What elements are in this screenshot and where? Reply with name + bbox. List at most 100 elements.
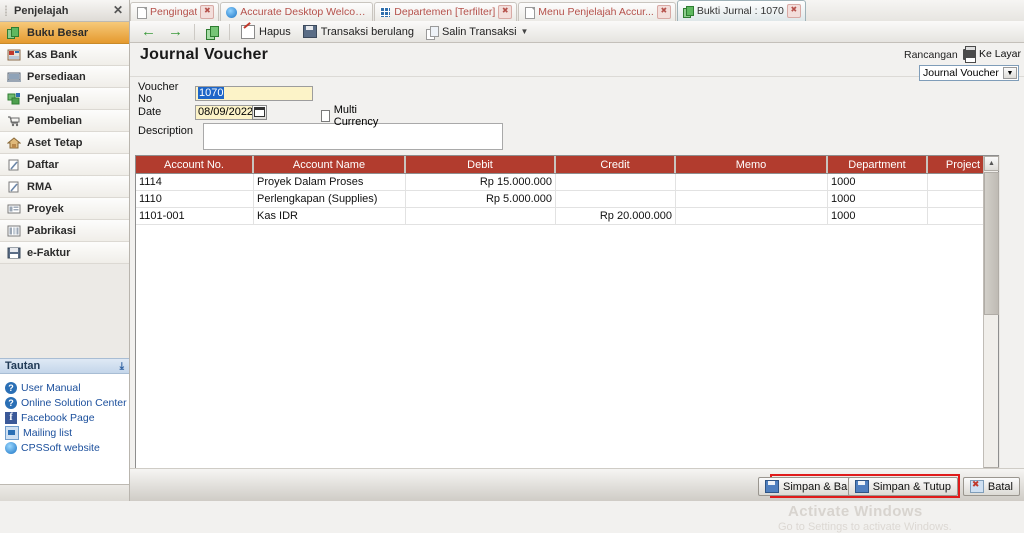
link-cpssoft-website[interactable]: CPSSoft website <box>5 440 129 455</box>
chevron-down-icon[interactable]: ⤓ <box>120 361 124 372</box>
tab-label: Departemen [Terfilter] <box>394 6 496 18</box>
chevron-down-icon[interactable]: ▼ <box>521 27 529 36</box>
tab-close-icon[interactable]: ✖ <box>200 5 215 19</box>
tab-departemen-terfilter[interactable]: Departemen [Terfilter] ✖ <box>374 2 518 21</box>
link-mailing-list[interactable]: Mailing list <box>5 425 129 440</box>
column-header-account-name[interactable]: Account Name <box>254 156 406 173</box>
list-icon <box>7 158 21 172</box>
save-close-button[interactable]: Simpan & Tutup <box>847 477 958 496</box>
toolbar-item-label: Hapus <box>259 25 291 38</box>
tab-close-icon[interactable]: ✖ <box>498 5 513 19</box>
cell-credit[interactable]: Rp 20.000.000 <box>556 208 676 224</box>
efaktur-icon <box>7 246 21 260</box>
drag-grip-icon[interactable] <box>5 5 7 16</box>
tab-close-icon[interactable]: ✖ <box>656 5 671 19</box>
cell-debit[interactable]: Rp 5.000.000 <box>406 191 556 207</box>
cell-account-no[interactable]: 1110 <box>136 191 254 207</box>
link-online-solution-center[interactable]: ? Online Solution Center <box>5 395 129 410</box>
sidebar-item-aset-tetap[interactable]: Aset Tetap <box>0 132 129 154</box>
cancel-button[interactable]: Batal <box>962 477 1020 496</box>
copy-transaction-icon <box>425 25 439 40</box>
link-label: Facebook Page <box>21 411 95 424</box>
sidebar-item-daftar[interactable]: Daftar <box>0 154 129 176</box>
sidebar-item-rma[interactable]: RMA <box>0 176 129 198</box>
transaksi-berulang-button[interactable]: Transaksi berulang <box>298 22 419 42</box>
sidebar-title-bar: Penjelajah ✕ <box>0 0 129 22</box>
tab-bukti-jurnal[interactable]: Bukti Jurnal : 1070 ✖ <box>676 0 806 21</box>
template-select[interactable]: Journal Voucher ▼ <box>919 65 1019 81</box>
grid-icon <box>380 6 391 18</box>
chevron-down-icon[interactable]: ▼ <box>1003 67 1017 79</box>
cell-memo[interactable] <box>676 174 828 190</box>
voucher-no-value: 1070 <box>198 87 225 99</box>
column-header-credit[interactable]: Credit <box>556 156 676 173</box>
cell-account-name[interactable]: Proyek Dalam Proses <box>254 174 406 190</box>
sidebar-item-proyek[interactable]: Proyek <box>0 198 129 220</box>
cell-memo[interactable] <box>676 208 828 224</box>
cell-account-no[interactable]: 1101-001 <box>136 208 254 224</box>
column-header-debit[interactable]: Debit <box>406 156 556 173</box>
table-row[interactable]: 1114 Proyek Dalam Proses Rp 15.000.000 1… <box>136 174 998 191</box>
mail-icon <box>5 425 19 440</box>
cell-debit[interactable]: Rp 15.000.000 <box>406 174 556 190</box>
tab-label: Bukti Jurnal : 1070 <box>696 5 784 17</box>
toolbar-item-label: Salin Transaksi <box>441 25 517 38</box>
cell-memo[interactable] <box>676 191 828 207</box>
multi-currency-checkbox[interactable]: Multi Currency <box>321 104 382 128</box>
save-close-label: Simpan & Tutup <box>872 480 951 493</box>
sidebar-item-penjualan[interactable]: Penjualan <box>0 88 129 110</box>
date-input[interactable]: 08/09/2022 <box>195 104 267 120</box>
cell-account-name[interactable]: Perlengkapan (Supplies) <box>254 191 406 207</box>
cell-department[interactable]: 1000 <box>828 174 928 190</box>
tab-accurate-desktop-welcome[interactable]: Accurate Desktop Welcome... <box>220 2 374 21</box>
tab-label: Menu Penjelajah Accur... <box>538 6 654 18</box>
date-row: Date 08/09/2022 <box>138 104 313 120</box>
ke-layar-button[interactable]: Ke Layar <box>962 45 1021 63</box>
title-divider <box>130 76 1024 77</box>
sidebar-item-persediaan[interactable]: Persediaan <box>0 66 129 88</box>
column-header-department[interactable]: Department <box>828 156 928 173</box>
purchase-cart-icon <box>7 114 21 128</box>
sidebar-item-pembelian[interactable]: Pembelian <box>0 110 129 132</box>
calendar-button[interactable] <box>252 104 267 120</box>
cell-department[interactable]: 1000 <box>828 208 928 224</box>
scrollbar-thumb[interactable] <box>984 172 999 315</box>
sidebar-item-kas-bank[interactable]: Kas Bank <box>0 44 129 66</box>
table-row[interactable]: 1101-001 Kas IDR Rp 20.000.000 1000 <box>136 208 998 225</box>
cell-credit[interactable] <box>556 191 676 207</box>
back-button[interactable]: ← <box>136 22 161 42</box>
sidebar-item-label: Kas Bank <box>27 48 78 61</box>
cell-department[interactable]: 1000 <box>828 191 928 207</box>
link-facebook-page[interactable]: f Facebook Page <box>5 410 129 425</box>
sidebar-links-list: ? User Manual ? Online Solution Center f… <box>0 374 129 485</box>
sidebar-item-label: Persediaan <box>27 70 86 83</box>
multi-currency-label: Multi Currency <box>333 104 379 128</box>
voucher-no-input[interactable]: 1070 <box>195 85 313 101</box>
copy-button[interactable] <box>201 22 223 42</box>
cell-debit[interactable] <box>406 208 556 224</box>
forward-button[interactable]: → <box>163 22 188 42</box>
sidebar-item-buku-besar[interactable]: Buku Besar <box>0 22 129 44</box>
cell-account-name[interactable]: Kas IDR <box>254 208 406 224</box>
checkbox-icon[interactable] <box>321 110 330 122</box>
sidebar-item-pabrikasi[interactable]: Pabrikasi <box>0 220 129 242</box>
cell-credit[interactable] <box>556 174 676 190</box>
sidebar-item-e-faktur[interactable]: e-Faktur <box>0 242 129 264</box>
tab-pengingat[interactable]: Pengingat ✖ <box>130 2 220 21</box>
grid-vertical-scrollbar[interactable]: ▲ ▼ <box>983 156 999 482</box>
page-title: Journal Voucher <box>140 46 269 63</box>
cell-account-no[interactable]: 1114 <box>136 174 254 190</box>
column-header-account-no[interactable]: Account No. <box>136 156 254 173</box>
main-panel: Journal Voucher Rancangan Ke Layar Journ… <box>130 43 1024 533</box>
link-user-manual[interactable]: ? User Manual <box>5 380 129 395</box>
column-header-memo[interactable]: Memo <box>676 156 828 173</box>
salin-transaksi-button[interactable]: Salin Transaksi ▼ <box>421 22 534 42</box>
scroll-up-button[interactable]: ▲ <box>984 156 999 171</box>
sidebar-links-header[interactable]: Tautan ⤓ <box>0 358 129 374</box>
tab-menu-penjelajah[interactable]: Menu Penjelajah Accur... ✖ <box>518 2 676 21</box>
table-row[interactable]: 1110 Perlengkapan (Supplies) Rp 5.000.00… <box>136 191 998 208</box>
tab-close-icon[interactable]: ✖ <box>786 4 801 18</box>
hapus-button[interactable]: Hapus <box>236 22 296 42</box>
manufacture-icon <box>7 224 21 238</box>
close-icon[interactable]: ✕ <box>113 3 123 17</box>
